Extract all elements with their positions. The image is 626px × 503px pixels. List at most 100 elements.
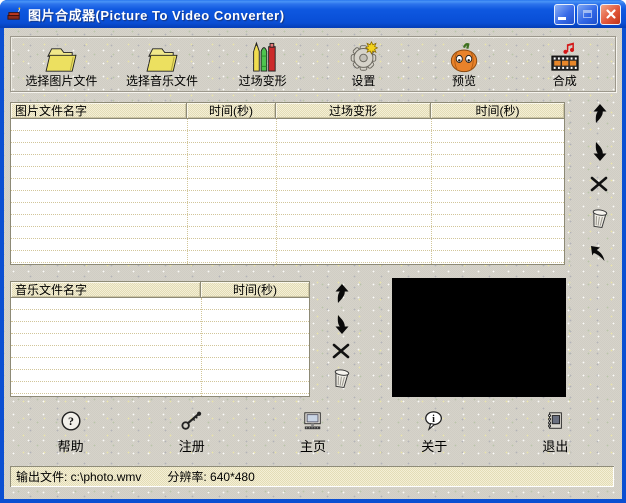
arrow-up-icon (593, 104, 607, 123)
maximize-button[interactable] (577, 3, 598, 25)
maximize-icon (583, 10, 592, 18)
app-window: 图片合成器(Picture To Video Converter) 选择图片文件 (0, 0, 626, 503)
film-music-icon (550, 40, 580, 74)
table-row (11, 215, 564, 227)
nav-label: 主页 (300, 439, 327, 454)
toolbar-button-preview[interactable]: 预览 (414, 37, 515, 91)
table-row (11, 155, 564, 167)
folder-icon (44, 40, 78, 74)
table-row (11, 251, 564, 263)
toolbar-button-compose[interactable]: 合成 (514, 37, 615, 91)
toolbar-button-settings[interactable]: 设置 (313, 37, 414, 91)
close-button[interactable] (600, 3, 621, 25)
table-row (11, 358, 309, 370)
music-list-header: 音乐文件名字 时间(秒) (10, 281, 310, 298)
minimize-icon (557, 17, 566, 20)
toolbar-label: 选择图片文件 (25, 74, 98, 88)
music-move-up-button[interactable] (330, 284, 352, 304)
table-row (11, 239, 564, 251)
picture-delete-button[interactable] (588, 174, 610, 194)
toolbar-button-transitions[interactable]: 过场变形 (212, 37, 313, 91)
column-header-music-file[interactable]: 音乐文件名字 (11, 282, 201, 297)
picture-list-body[interactable] (10, 119, 565, 265)
preview-pane (392, 278, 566, 397)
about-button[interactable]: i 关于 (374, 408, 495, 456)
help-button[interactable]: ? 帮助 (10, 408, 131, 456)
picture-list: 图片文件名字 时间(秒) 过场变形 时间(秒) (10, 102, 565, 265)
music-clear-all-button[interactable] (330, 367, 352, 392)
column-header-time[interactable]: 时间(秒) (187, 103, 276, 118)
table-row (11, 203, 564, 215)
folder-icon (145, 40, 179, 74)
trash-icon (330, 367, 351, 392)
table-row (11, 370, 309, 382)
nav-label: 注册 (178, 439, 205, 454)
toolbar-label: 选择音乐文件 (126, 74, 199, 88)
table-row (11, 131, 564, 143)
table-row (11, 298, 309, 310)
music-move-down-button[interactable] (330, 311, 352, 335)
monitor-icon (302, 410, 324, 432)
picture-list-header: 图片文件名字 时间(秒) 过场变形 时间(秒) (10, 102, 565, 119)
table-row (11, 119, 564, 131)
column-header-transition-time[interactable]: 时间(秒) (431, 103, 564, 118)
column-header-transition[interactable]: 过场变形 (276, 103, 431, 118)
table-row (11, 334, 309, 346)
toolbar: 选择图片文件 选择音乐文件 过场变形 设置 预览 合成 (10, 36, 616, 92)
column-separator (276, 119, 277, 264)
music-list: 音乐文件名字 时间(秒) (10, 281, 310, 397)
title-bar[interactable]: 图片合成器(Picture To Video Converter) (0, 0, 626, 28)
table-row (11, 191, 564, 203)
table-row (11, 346, 309, 358)
music-delete-button[interactable] (330, 341, 352, 361)
toolbar-label: 设置 (351, 74, 376, 88)
picture-edit-button[interactable] (588, 244, 610, 264)
window-controls (554, 3, 621, 25)
table-row (11, 227, 564, 239)
trash-icon (588, 206, 609, 231)
status-output-file: 输出文件: c:\photo.wmv (16, 470, 142, 484)
pencils-icon (248, 40, 278, 74)
arrow-down-icon (591, 138, 607, 161)
pumpkin-icon (446, 40, 482, 74)
toolbar-button-select-pictures[interactable]: 选择图片文件 (11, 37, 112, 91)
delete-x-icon (332, 344, 350, 359)
column-separator (431, 119, 432, 264)
table-row (11, 382, 309, 394)
column-header-picture-file[interactable]: 图片文件名字 (11, 103, 187, 118)
notebook-icon (545, 410, 565, 432)
toolbar-button-select-music[interactable]: 选择音乐文件 (112, 37, 213, 91)
delete-x-icon (590, 176, 608, 192)
status-bar: 输出文件: c:\photo.wmv 分辨率: 640*480 (10, 466, 614, 487)
close-icon (605, 9, 616, 19)
picture-list-actions (586, 104, 612, 264)
nav-label: 帮助 (57, 439, 84, 454)
column-separator (201, 298, 202, 396)
music-list-actions (328, 284, 354, 390)
picture-move-up-button[interactable] (588, 104, 610, 124)
table-row (11, 322, 309, 334)
window-title: 图片合成器(Picture To Video Converter) (28, 7, 285, 23)
music-list-body[interactable] (10, 298, 310, 397)
table-row (11, 310, 309, 322)
nav-label: 关于 (421, 439, 448, 454)
toolbar-label: 预览 (452, 74, 477, 88)
register-button[interactable]: 注册 (131, 408, 252, 456)
svg-text:i: i (432, 414, 435, 425)
client-area: 选择图片文件 选择音乐文件 过场变形 设置 预览 合成 图片文件名字 时间(秒)… (4, 28, 622, 499)
table-row (11, 179, 564, 191)
minimize-button[interactable] (554, 3, 575, 25)
exit-button[interactable]: 退出 (495, 408, 616, 456)
help-icon: ? (60, 410, 82, 432)
column-header-music-time[interactable]: 时间(秒) (201, 282, 309, 297)
arrow-down-icon (333, 311, 349, 335)
svg-text:?: ? (68, 414, 74, 428)
homepage-button[interactable]: 主页 (252, 408, 373, 456)
diagonal-arrow-icon (591, 246, 605, 261)
info-bubble-icon: i (423, 410, 445, 432)
table-row (11, 167, 564, 179)
table-row (11, 143, 564, 155)
picture-clear-all-button[interactable] (588, 206, 610, 231)
arrow-up-icon (335, 284, 349, 303)
picture-move-down-button[interactable] (588, 138, 610, 161)
